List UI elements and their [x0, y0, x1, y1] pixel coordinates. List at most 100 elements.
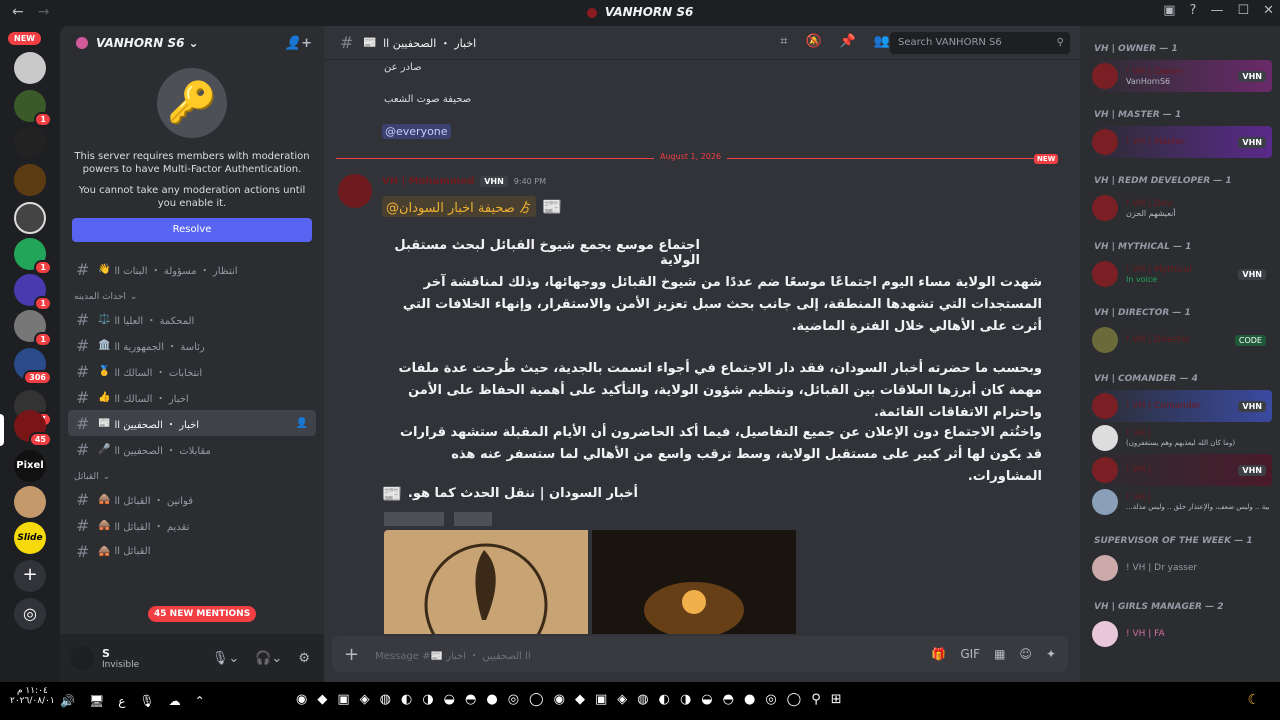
search-box[interactable]: Search VANHORN S6 ⚲	[890, 32, 1070, 54]
app-icon[interactable]: ◉	[554, 692, 565, 707]
inbox-icon[interactable]: ▣	[1163, 3, 1175, 18]
pixel-server[interactable]: Pixel	[14, 450, 46, 482]
language-indicator[interactable]: ع	[118, 694, 125, 708]
server-icon[interactable]: 1	[14, 238, 52, 275]
channel-item[interactable]: # 🛖 قوانين ・ القبائل اا	[68, 486, 316, 512]
message-author[interactable]: VH | Mohammed	[382, 176, 474, 187]
discover-button[interactable]: ◎	[14, 598, 46, 630]
server-icon[interactable]: 1	[14, 310, 52, 347]
notification-bell-icon[interactable]: 🔕	[805, 34, 821, 49]
search-icon[interactable]: ⚲	[811, 692, 821, 707]
server-icon[interactable]	[14, 164, 46, 196]
member-item[interactable]: ! VH | Owner VanHornS6 VHN	[1088, 60, 1272, 92]
threads-icon[interactable]: ⌗	[780, 34, 787, 49]
add-member-icon[interactable]: 👤+	[285, 36, 312, 51]
resolve-button[interactable]: Resolve	[72, 218, 312, 242]
member-item[interactable]: ! VH | (وما كان الله ليعذبهم وهم يستغفرون…	[1088, 422, 1272, 454]
gift-icon[interactable]: 🎁	[931, 647, 946, 661]
app-icon[interactable]: ◑	[422, 692, 433, 707]
member-item[interactable]: ! VH | Dr yasser	[1088, 552, 1272, 584]
app-icon[interactable]: ◐	[401, 692, 412, 707]
chevron-up-icon[interactable]: ⌃	[195, 694, 205, 708]
server-icon[interactable]: 1	[14, 90, 52, 127]
volume-icon[interactable]: 🔊	[60, 694, 75, 708]
app-icon[interactable]: ●	[486, 692, 497, 707]
image-attachment[interactable]	[384, 530, 588, 634]
member-item[interactable]: ! VH | FA	[1088, 618, 1272, 650]
channel-item[interactable]: # 👍 اخبار ・ السالك اا	[68, 384, 316, 410]
add-server-button[interactable]: +	[14, 560, 46, 592]
channel-item[interactable]: # 🥇 انتخابات ・ السالك اا	[68, 358, 316, 384]
app-icon[interactable]: ▣	[595, 692, 607, 707]
member-item[interactable]: ! VH | VHN	[1088, 454, 1272, 486]
cloud-icon[interactable]: ☁	[169, 694, 181, 708]
channel-item[interactable]: # 🛖 القبائل اا	[68, 538, 316, 564]
member-item[interactable]: ! VH | Master VHN	[1088, 126, 1272, 158]
role-mention[interactable]: @صحيفة اخبار السودان ゟ	[382, 196, 536, 217]
pin-icon[interactable]: 📌	[840, 34, 856, 49]
close-button[interactable]: ✕	[1263, 3, 1274, 18]
windows-start-icon[interactable]: ⊞	[831, 692, 842, 707]
headphones-icon[interactable]: 🎧⌄	[255, 651, 282, 666]
add-member-icon[interactable]: 👤	[296, 418, 308, 429]
app-icon[interactable]: ◎	[508, 692, 519, 707]
channel-item[interactable]: # 👋 انتظار ・ مسؤولة ・ البنات اا	[68, 256, 316, 282]
channel-item-active[interactable]: # 📰 اخبار ・ الصحفيين اا 👤	[68, 410, 316, 436]
app-icon[interactable]: ◍	[637, 692, 648, 707]
avatar[interactable]	[338, 174, 372, 208]
help-icon[interactable]: ?	[1190, 3, 1197, 18]
app-icon[interactable]: ◈	[617, 692, 627, 707]
member-list-icon[interactable]: 👥	[874, 34, 890, 49]
server-icon[interactable]	[14, 486, 46, 518]
weather-moon-icon[interactable]: ☾	[1247, 692, 1260, 708]
microphone-icon[interactable]: 🎙⌄	[212, 651, 239, 666]
app-icon[interactable]: ◆	[317, 692, 327, 707]
app-icon[interactable]: ◉	[296, 692, 307, 707]
category-header[interactable]: احداث المدينه ⌄	[60, 282, 324, 306]
server-icon-vanhorn[interactable]: 45	[14, 410, 52, 447]
member-item[interactable]: ! VH | Mythical In voice VHN	[1088, 258, 1272, 290]
app-icon[interactable]: ●	[744, 692, 755, 707]
message-input[interactable]: Message #📰 اا الصحفيين ・ اخبار	[375, 647, 531, 662]
gif-icon[interactable]: GIF	[960, 647, 980, 661]
avatar[interactable]	[70, 646, 94, 670]
add-attachment-icon[interactable]: +	[344, 644, 359, 665]
clock-time[interactable]: ١١:٠٤ م	[10, 686, 55, 696]
network-icon[interactable]: 🖥	[89, 694, 104, 708]
channel-item[interactable]: # 🛖 تقديم ・ القبائل اا	[68, 512, 316, 538]
member-item[interactable]: ! VH | Dev أنعيشهم الحزن	[1088, 192, 1272, 224]
app-icon[interactable]: ◓	[723, 692, 734, 707]
slide-server[interactable]: Slide	[14, 522, 46, 554]
server-icon[interactable]	[14, 126, 46, 158]
apps-icon[interactable]: ✦	[1046, 647, 1056, 661]
sticker-icon[interactable]: ▦	[994, 647, 1005, 661]
new-mentions-pill[interactable]: 45 NEW MENTIONS	[148, 606, 257, 622]
member-item[interactable]: ! VH | Comander VHN	[1088, 390, 1272, 422]
server-header[interactable]: VANHORN S6 ⌄ 👤+	[60, 26, 324, 60]
category-header[interactable]: القبائل ⌄	[60, 462, 324, 486]
app-icon[interactable]: ◑	[680, 692, 691, 707]
channel-item[interactable]: # ⚖️ المحكمة ・ العليا اا	[68, 306, 316, 332]
settings-gear-icon[interactable]: ⚙	[298, 651, 310, 666]
member-item[interactable]: ! VH | Director CODE	[1088, 324, 1272, 356]
app-icon[interactable]: ◯	[529, 692, 544, 707]
channel-item[interactable]: # 🏛️ رئاسة ・ الجمهورية اا	[68, 332, 316, 358]
search-input[interactable]: Search VANHORN S6	[898, 37, 1002, 48]
microphone-icon[interactable]: 🎙	[139, 694, 154, 708]
clock-date[interactable]: ٢٠٢٦/٠٨/٠١	[10, 696, 55, 706]
app-icon[interactable]: ◒	[444, 692, 455, 707]
app-icon[interactable]: ◍	[380, 692, 391, 707]
server-icon[interactable]: 306	[14, 348, 52, 385]
channel-item[interactable]: # 🎤 مقابلات ・ الصحفيين اا	[68, 436, 316, 462]
server-icon[interactable]: 1	[14, 274, 52, 311]
app-icon[interactable]: ◐	[659, 692, 670, 707]
member-item[interactable]: ! VH | ...بية .. وليس ضعف، والإعتذار خلق …	[1088, 486, 1272, 518]
app-icon[interactable]: ◯	[787, 692, 802, 707]
app-icon[interactable]: ◈	[360, 692, 370, 707]
emoji-icon[interactable]: ☺	[1019, 647, 1032, 661]
server-icon[interactable]	[14, 52, 46, 84]
app-icon[interactable]: ◓	[465, 692, 476, 707]
server-icon[interactable]	[14, 202, 46, 234]
app-icon[interactable]: ◒	[701, 692, 712, 707]
image-attachment[interactable]	[592, 530, 796, 634]
